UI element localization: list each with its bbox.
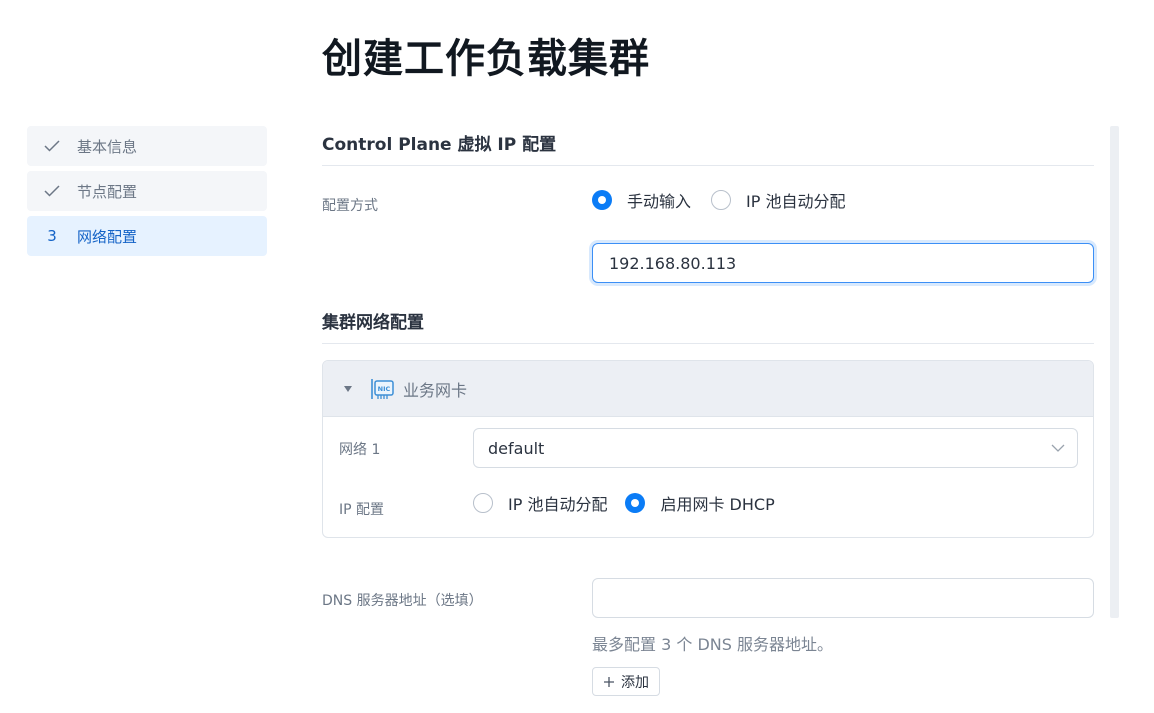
radio-nic-dhcp-label[interactable]: 启用网卡 DHCP — [660, 491, 774, 515]
step-label: 节点配置 — [77, 182, 138, 201]
check-icon — [27, 185, 77, 197]
control-plane-section-title: Control Plane 虚拟 IP 配置 — [322, 130, 1094, 166]
chevron-down-icon — [1051, 444, 1065, 452]
step-basic-info[interactable]: 基本信息 — [27, 126, 267, 166]
step-label: 基本信息 — [77, 137, 138, 156]
collapse-caret-icon[interactable] — [343, 385, 355, 393]
nic-icon: NIC — [369, 377, 395, 401]
ip-config-label: IP 配置 — [339, 502, 385, 518]
step-node-config[interactable]: 节点配置 — [27, 171, 267, 211]
check-icon — [27, 140, 77, 152]
step-label: 网络配置 — [77, 227, 138, 246]
network-select-value: default — [488, 438, 545, 458]
radio-manual-label[interactable]: 手动输入 — [627, 188, 691, 212]
nic-card: NIC 业务网卡 网络 1 default IP 配置 IP 池自动分配 启用网… — [322, 360, 1094, 538]
step-number: 3 — [47, 227, 57, 245]
dns-hint: 最多配置 3 个 DNS 服务器地址。 — [592, 635, 833, 654]
radio-ip-pool[interactable] — [473, 493, 493, 513]
config-mode-radio-group: 手动输入 IP 池自动分配 — [592, 188, 845, 212]
add-dns-label: 添加 — [621, 674, 649, 691]
nic-card-title: 业务网卡 — [403, 380, 468, 400]
network-label: 网络 1 — [339, 442, 381, 458]
scrollbar[interactable] — [1110, 126, 1119, 618]
radio-manual-input[interactable] — [592, 190, 612, 210]
cluster-network-section-title: 集群网络配置 — [322, 308, 1094, 344]
plus-icon — [603, 676, 615, 688]
radio-nic-dhcp[interactable] — [625, 493, 646, 513]
add-dns-button[interactable]: 添加 — [592, 667, 660, 696]
ip-config-radio-group: IP 池自动分配 启用网卡 DHCP — [473, 491, 775, 515]
radio-ip-pool-label[interactable]: IP 池自动分配 — [508, 491, 607, 515]
nic-card-header[interactable]: NIC 业务网卡 — [323, 361, 1093, 417]
dns-input[interactable] — [592, 578, 1094, 618]
page-title: 创建工作负载集群 — [322, 36, 650, 82]
virtual-ip-input[interactable]: 192.168.80.113 — [592, 243, 1094, 283]
radio-ip-pool-label[interactable]: IP 池自动分配 — [746, 188, 845, 212]
dns-label: DNS 服务器地址（选填） — [322, 593, 483, 609]
wizard-steps: 基本信息 节点配置 3 网络配置 — [27, 126, 267, 261]
step-network-config[interactable]: 3 网络配置 — [27, 216, 267, 256]
radio-ip-pool[interactable] — [711, 190, 732, 210]
config-mode-label: 配置方式 — [322, 198, 378, 214]
network-select[interactable]: default — [473, 428, 1078, 468]
svg-text:NIC: NIC — [378, 385, 391, 393]
